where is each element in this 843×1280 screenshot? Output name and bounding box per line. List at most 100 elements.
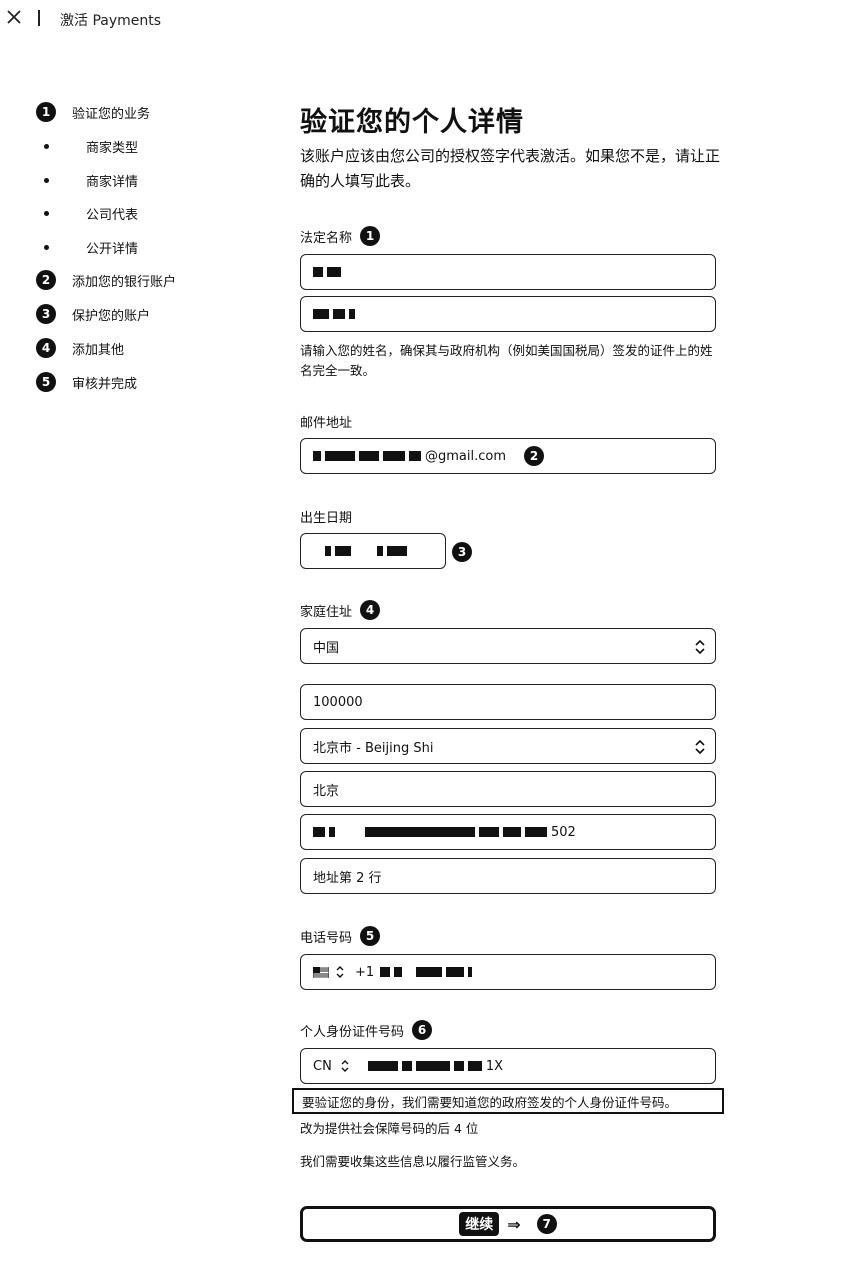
step-number-badge: 1 xyxy=(36,102,56,122)
arrow-right-icon: ⇒ xyxy=(507,1214,521,1234)
id-number-highlighted-hint: 要验证您的身份，我们需要知道您的政府签发的个人身份证件号码。 xyxy=(292,1088,724,1114)
redacted-text xyxy=(446,967,465,977)
label-text: 个人身份证件号码 xyxy=(300,1024,405,1040)
step-review-finish[interactable]: 5 审核并完成 xyxy=(36,370,137,394)
ssn-alternative-link[interactable]: 改为提供社会保障号码的后 4 位 xyxy=(300,1119,720,1139)
redacted-text xyxy=(359,451,379,461)
step-verify-business[interactable]: 1 验证您的业务 xyxy=(36,100,150,124)
annotation-badge: 2 xyxy=(524,446,545,466)
step-secure-account[interactable]: 3 保护您的账户 xyxy=(36,302,150,326)
redacted-text xyxy=(325,546,331,556)
continue-button[interactable]: 继续 ⇒ 7 xyxy=(300,1206,716,1242)
substep-public-details[interactable]: 公开详情 xyxy=(36,236,138,258)
label-text: 出生日期 xyxy=(300,511,353,526)
redacted-text xyxy=(394,967,403,977)
redacted-text xyxy=(415,1061,450,1071)
step-label: 审核并完成 xyxy=(72,376,138,392)
chevron-updown-icon[interactable] xyxy=(340,1059,350,1073)
step-label: 验证您的业务 xyxy=(72,106,151,122)
email-input[interactable]: @gmail.com 2 xyxy=(300,438,716,474)
chevron-updown-icon[interactable] xyxy=(335,965,345,979)
step-label: 保护您的账户 xyxy=(72,308,151,324)
redacted-text xyxy=(503,827,521,837)
redacted-text xyxy=(313,827,325,837)
dob-input[interactable] xyxy=(300,533,446,569)
last-name-input[interactable] xyxy=(300,296,716,332)
country-select[interactable]: 中国 xyxy=(300,628,716,664)
email-domain: @gmail.com xyxy=(425,448,507,464)
step-number-badge: 2 xyxy=(36,270,56,290)
annotation-badge: 4 xyxy=(360,600,381,620)
postal-code-input[interactable]: 100000 xyxy=(300,684,716,720)
label-text: 电话号码 xyxy=(300,930,353,946)
label-text: 法定名称 xyxy=(300,230,353,246)
redacted-text xyxy=(313,267,323,277)
annotation-badge: 3 xyxy=(452,542,472,562)
id-country-value[interactable]: CN xyxy=(313,1059,332,1074)
label-text: 邮件地址 xyxy=(300,416,353,431)
redacted-text xyxy=(479,827,499,837)
address-label: 家庭住址 4 xyxy=(300,600,381,620)
email-label: 邮件地址 xyxy=(300,412,352,431)
redacted-text xyxy=(349,309,355,319)
top-bar: 激活 Payments xyxy=(0,0,843,38)
bullet-icon xyxy=(44,177,49,183)
redacted-text xyxy=(377,546,383,556)
redacted-text xyxy=(329,827,335,837)
redacted-text xyxy=(453,1061,464,1071)
dob-label: 出生日期 xyxy=(300,507,352,526)
substep-merchant-type[interactable]: 商家类型 xyxy=(36,135,138,157)
redacted-text xyxy=(335,546,351,556)
legal-name-hint: 请输入您的姓名，确保其与政府机构（例如美国国税局）签发的证件上的姓名完全一致。 xyxy=(300,343,713,378)
bullet-icon xyxy=(44,143,49,149)
annotation-badge: 5 xyxy=(360,926,381,946)
id-number-input[interactable]: CN 1X xyxy=(300,1048,716,1084)
select-chevron-icon xyxy=(695,739,705,755)
substep-label: 公司代表 xyxy=(86,207,139,223)
legal-name-label: 法定名称 1 xyxy=(300,226,381,246)
id-number-suffix: 1X xyxy=(485,1058,503,1074)
step-add-other[interactable]: 4 添加其他 xyxy=(36,336,124,360)
step-label: 添加您的银行账户 xyxy=(72,274,177,290)
step-add-bank[interactable]: 2 添加您的银行账户 xyxy=(36,268,176,292)
phone-input[interactable]: +1 xyxy=(300,954,716,990)
phone-prefix: +1 xyxy=(355,964,375,980)
redacted-text xyxy=(409,451,421,461)
redacted-text xyxy=(468,967,473,977)
substep-label: 商家类型 xyxy=(86,140,139,156)
us-flag-icon[interactable] xyxy=(313,966,329,978)
divider xyxy=(38,10,40,26)
label-text: 家庭住址 xyxy=(300,604,353,620)
address-line2-placeholder: 地址第 2 行 xyxy=(313,870,382,886)
address-line2-input[interactable]: 地址第 2 行 xyxy=(300,858,716,894)
city-input[interactable]: 北京 xyxy=(300,771,716,807)
select-chevron-icon xyxy=(695,639,705,655)
address-line1-input[interactable]: 502 xyxy=(300,814,716,850)
redacted-text xyxy=(313,451,321,461)
substep-label: 商家详情 xyxy=(86,174,139,190)
redacted-text xyxy=(380,967,391,977)
substep-label: 公开详情 xyxy=(86,241,139,257)
phone-label: 电话号码 5 xyxy=(300,926,381,946)
province-select[interactable]: 北京市 - Beijing Shi xyxy=(300,728,716,764)
redacted-text xyxy=(401,1061,412,1071)
substep-company-rep[interactable]: 公司代表 xyxy=(36,202,138,224)
close-icon[interactable] xyxy=(6,9,22,25)
redacted-text xyxy=(467,1061,482,1071)
redacted-text xyxy=(367,1061,398,1071)
country-value: 中国 xyxy=(313,640,340,656)
redacted-text xyxy=(327,267,341,277)
annotation-badge: 6 xyxy=(412,1020,433,1040)
annotation-badge: 7 xyxy=(536,1214,557,1234)
page-title: 验证您的个人详情 xyxy=(300,107,524,138)
redacted-text xyxy=(416,967,443,977)
redacted-text xyxy=(365,827,475,837)
address-line1-suffix: 502 xyxy=(551,824,576,840)
substep-merchant-details[interactable]: 商家详情 xyxy=(36,169,138,191)
redacted-text xyxy=(383,451,405,461)
redacted-text xyxy=(333,309,345,319)
step-number-badge: 3 xyxy=(36,304,56,324)
compliance-note: 我们需要收集这些信息以履行监管义务。 xyxy=(300,1154,526,1169)
first-name-input[interactable] xyxy=(300,254,716,290)
page-description: 该账户应该由您公司的授权签字代表激活。如果您不是，请让正确的人填写此表。 xyxy=(300,147,721,190)
